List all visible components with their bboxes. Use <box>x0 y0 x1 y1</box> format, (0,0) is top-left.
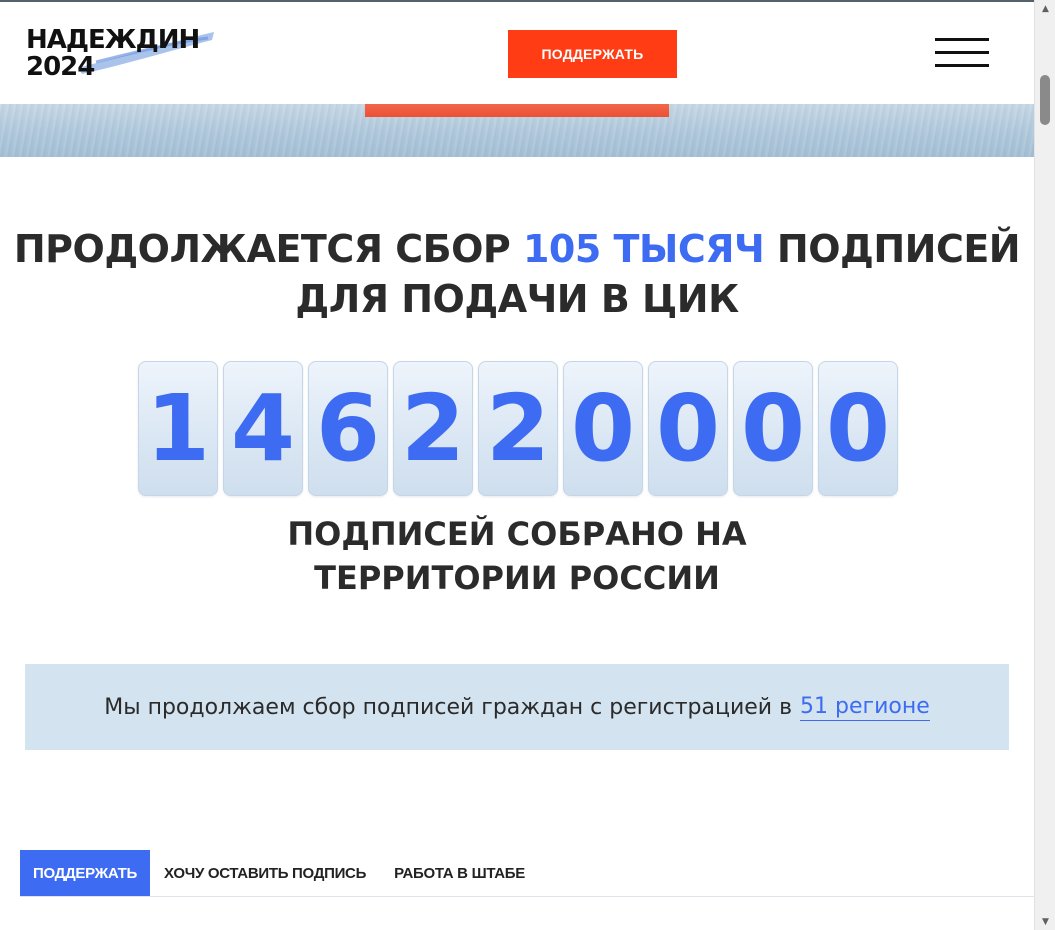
regions-info-text: Мы продолжаем сбор подписей граждан с ре… <box>104 694 793 720</box>
headline-line-2: ДЛЯ ПОДАЧИ В ЦИК <box>295 277 739 321</box>
headline-accent: 105 ТЫСЯЧ <box>522 227 765 271</box>
scroll-down-arrow-icon[interactable]: ▼ <box>1035 913 1055 930</box>
scroll-up-arrow-icon[interactable]: ▲ <box>1035 0 1055 17</box>
logo-text-year: 2024 <box>26 52 95 82</box>
logo[interactable]: НАДЕЖДИН 2024 <box>26 24 226 84</box>
tab-headquarters-work[interactable]: РАБОТА В ШТАБЕ <box>380 850 539 896</box>
menu-line <box>935 38 989 41</box>
counter-digit: 2 <box>478 361 558 496</box>
hamburger-menu-icon[interactable] <box>935 38 989 68</box>
counter-digit: 0 <box>648 361 728 496</box>
logo-text-name: НАДЕЖДИН <box>26 25 200 55</box>
regions-info-box: Мы продолжаем сбор подписей граждан с ре… <box>25 664 1009 750</box>
counter-digit: 2 <box>393 361 473 496</box>
tab-support[interactable]: ПОДДЕРЖАТЬ <box>20 850 151 896</box>
counter-digit: 4 <box>223 361 303 496</box>
counter-digit: 1 <box>138 361 218 496</box>
counter-digit: 6 <box>308 361 388 496</box>
scroll-thumb[interactable] <box>1040 75 1050 125</box>
menu-line <box>935 64 989 67</box>
counter-caption-line-1: ПОДПИСЕЙ СОБРАНО НА <box>287 515 747 553</box>
section-tabs: ПОДДЕРЖАТЬ ХОЧУ ОСТАВИТЬ ПОДПИСЬ РАБОТА … <box>20 850 539 896</box>
signature-counter: 1 4 6 2 2 0 0 0 0 <box>138 361 898 496</box>
regions-link[interactable]: 51 регионе <box>800 694 930 721</box>
site-header: НАДЕЖДИН 2024 ПОДДЕРЖАТЬ <box>0 0 1034 104</box>
menu-line <box>935 51 989 54</box>
counter-caption: ПОДПИСЕЙ СОБРАНО НА ТЕРРИТОРИИ РОССИИ <box>0 512 1034 600</box>
page: НАДЕЖДИН 2024 ПОДДЕРЖАТЬ ПРОДОЛЖАЕТСЯ СБ… <box>0 0 1055 930</box>
counter-caption-line-2: ТЕРРИТОРИИ РОССИИ <box>314 559 720 597</box>
hero-orange-accent <box>365 102 669 117</box>
headline-line-1: ПРОДОЛЖАЕТСЯ СБОР 105 ТЫСЯЧ ПОДПИСЕЙ <box>0 224 1034 274</box>
page-headline: ПРОДОЛЖАЕТСЯ СБОР 105 ТЫСЯЧ ПОДПИСЕЙ ДЛЯ… <box>0 224 1034 324</box>
support-button[interactable]: ПОДДЕРЖАТЬ <box>508 30 677 78</box>
vertical-scrollbar[interactable]: ▲ ▼ <box>1034 0 1055 930</box>
headline-text-2: ПОДПИСЕЙ <box>764 227 1021 271</box>
headline-text-1: ПРОДОЛЖАЕТСЯ СБОР <box>13 227 523 271</box>
tabs-divider <box>20 896 1034 897</box>
counter-digit: 0 <box>563 361 643 496</box>
tab-leave-signature[interactable]: ХОЧУ ОСТАВИТЬ ПОДПИСЬ <box>150 850 380 896</box>
hero-image-strip <box>0 102 1034 157</box>
counter-digit: 0 <box>733 361 813 496</box>
counter-digit: 0 <box>818 361 898 496</box>
